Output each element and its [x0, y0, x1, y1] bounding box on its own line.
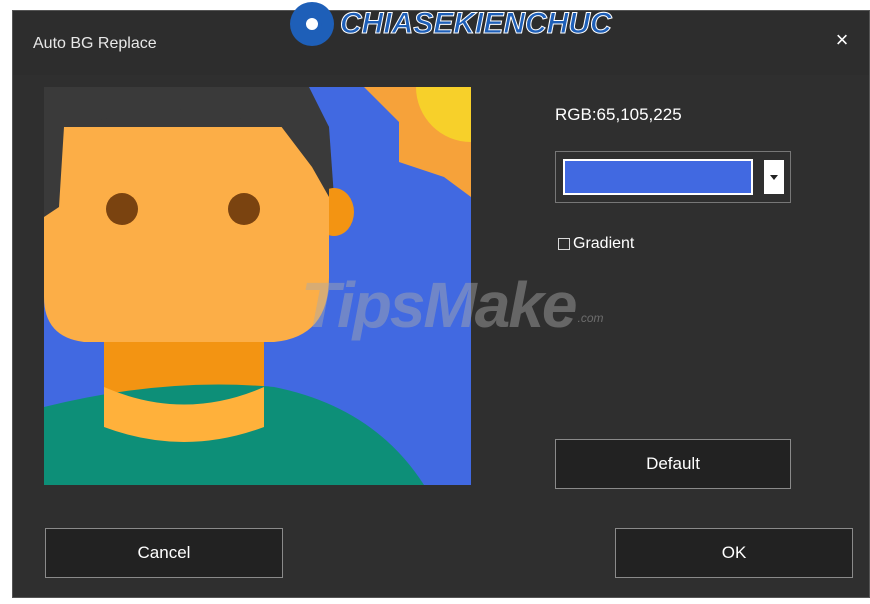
image-preview [44, 87, 471, 485]
avatar-preview-image [44, 87, 471, 485]
default-button[interactable]: Default [555, 439, 791, 489]
color-swatch[interactable] [563, 159, 753, 195]
watermark-suffix-text: .com [577, 311, 604, 325]
auto-bg-replace-dialog: Auto BG Replace × RGB:65,105,225 Gradien… [12, 10, 870, 598]
chevron-down-icon[interactable] [764, 160, 784, 194]
gradient-option[interactable]: Gradient [558, 235, 634, 253]
gradient-label: Gradient [573, 235, 635, 252]
watermark-logo-icon [290, 2, 334, 46]
cancel-button[interactable]: Cancel [45, 528, 283, 578]
close-icon[interactable]: × [831, 29, 853, 51]
gradient-checkbox[interactable] [558, 238, 570, 250]
window-title: Auto BG Replace [33, 35, 157, 52]
color-picker-dropdown[interactable] [555, 151, 791, 203]
chiasekienchuc-watermark: CHIASEKIENCHUC [290, 0, 612, 50]
ok-button[interactable]: OK [615, 528, 853, 578]
rgb-value-label: RGB:65,105,225 [555, 105, 682, 124]
watermark-top-text: CHIASEKIENCHUC [340, 7, 613, 41]
